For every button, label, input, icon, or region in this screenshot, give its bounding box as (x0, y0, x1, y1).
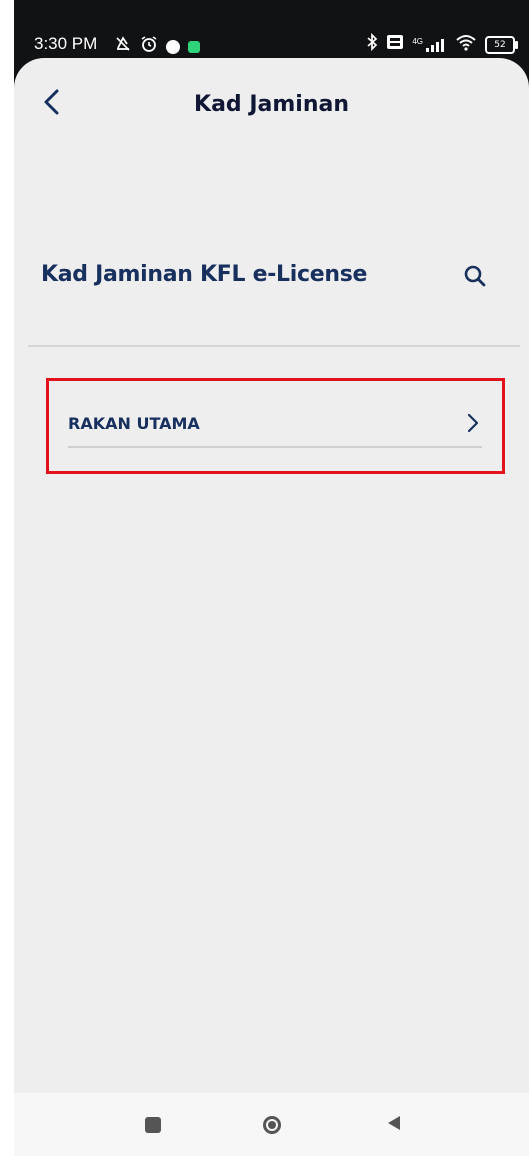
search-icon (463, 264, 487, 293)
recents-button[interactable] (139, 1111, 167, 1139)
page-title: Kad Jaminan (194, 92, 349, 117)
wifi-icon (455, 33, 477, 56)
circle-dot (268, 1121, 276, 1129)
home-button[interactable] (258, 1111, 286, 1139)
app-header: Kad Jaminan (14, 58, 529, 158)
chevron-right-icon (466, 412, 480, 439)
app-notification-icon (188, 40, 200, 53)
status-time: 3:30 PM (34, 34, 98, 53)
system-nav-bar (14, 1093, 529, 1156)
square-icon (145, 1117, 161, 1133)
divider (28, 345, 520, 347)
signal-icon: 4G (412, 37, 447, 53)
status-left-icons (114, 35, 200, 58)
triangle-back-icon (385, 1114, 403, 1137)
network-type: 4G (412, 36, 423, 46)
app-screen: Kad Jaminan Kad Jaminan KFL e-License RA… (14, 58, 529, 1093)
nav-back-button[interactable] (380, 1111, 408, 1139)
battery-icon: 52 (485, 35, 518, 54)
list-item-rakan-utama[interactable]: RAKAN UTAMA (68, 398, 482, 448)
status-bar: 3:30 PM 4G 52 (14, 0, 529, 58)
app-notification-icon (166, 39, 180, 54)
bluetooth-icon (366, 32, 378, 56)
volte-icon (386, 34, 404, 55)
circle-icon (263, 1116, 281, 1134)
list-item-label: RAKAN UTAMA (68, 414, 200, 433)
phone-frame: 3:30 PM 4G 52 Kad Jaminan Kad Jaminan KF… (14, 0, 529, 1156)
alarm-icon (140, 35, 158, 58)
search-button[interactable] (455, 258, 495, 298)
status-right-icons: 4G 52 (366, 32, 518, 56)
list-item-divider (68, 446, 482, 448)
mute-icon (114, 35, 132, 58)
section-title: Kad Jaminan KFL e-License (41, 262, 368, 287)
